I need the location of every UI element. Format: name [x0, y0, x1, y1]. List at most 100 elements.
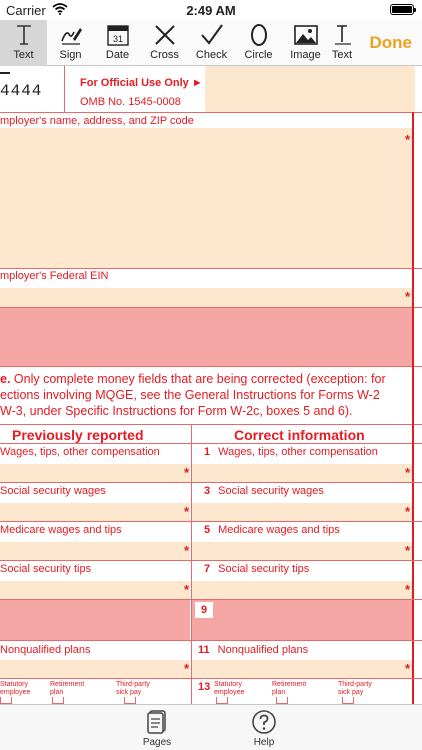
shaded-box-8 — [0, 600, 190, 640]
help-tab-label: Help — [253, 737, 275, 748]
correct-thirdparty-label: Third-party sick pay — [338, 681, 372, 696]
prev-ss-tips-label: Social security tips — [0, 563, 92, 575]
bottom-tab-bar: Pages Help — [0, 704, 422, 750]
prev-ss-wages-label: Social security wages — [0, 485, 106, 497]
circle-tool-button[interactable]: Circle — [235, 20, 282, 66]
employer-ein-label: mployer's Federal EIN — [0, 270, 109, 282]
correct-medicare-label: 5 Medicare wages and tips — [204, 524, 340, 536]
prev-medicare-label: Medicare wages and tips — [0, 524, 122, 536]
tool-label: Cross — [150, 49, 179, 61]
correct-wages-label: 1 Wages, tips, other compensation — [204, 446, 378, 458]
prev-nonqualified-label: Nonqualified plans — [0, 644, 91, 656]
date-tool-button[interactable]: 31 Date — [94, 20, 141, 66]
form-code: 4444 — [0, 82, 43, 100]
note-line: Only complete money fields that are bein… — [10, 372, 386, 386]
prev-statutory-label: Statutory employee — [0, 681, 31, 696]
status-bar: Carrier 2:49 AM — [0, 0, 422, 20]
pages-tab-label: Pages — [142, 737, 172, 748]
correct-ss-wages-field[interactable] — [192, 503, 412, 521]
tool-label: Sign — [59, 49, 82, 61]
required-marker: * — [184, 504, 190, 519]
note-line: ections involving MQGE, see the General … — [0, 388, 380, 402]
done-button[interactable]: Done — [370, 33, 413, 53]
tool-label: Image — [290, 49, 321, 61]
correct-retirement-label: Retirement plan — [272, 681, 307, 696]
cross-icon — [154, 25, 175, 45]
prev-nonqualified-field[interactable] — [0, 660, 190, 678]
prev-wages-label: Wages, tips, other compensation — [0, 446, 160, 458]
correct-wages-field[interactable] — [192, 464, 412, 482]
text-stamp-tool-button[interactable]: Text — [329, 20, 355, 66]
battery-icon — [390, 4, 416, 15]
box-top-right[interactable] — [205, 66, 415, 112]
prev-statutory-checkbox[interactable] — [0, 697, 12, 704]
clock: 2:49 AM — [186, 3, 236, 18]
check-tool-button[interactable]: Check — [188, 20, 235, 66]
calendar-day: 31 — [112, 34, 122, 44]
required-marker: * — [405, 661, 411, 676]
required-marker: * — [184, 661, 190, 676]
prev-thirdparty-checkbox[interactable] — [124, 697, 136, 704]
image-tool-button[interactable]: Image — [282, 20, 329, 66]
tool-label: Text — [331, 49, 353, 61]
required-marker: * — [184, 582, 190, 597]
note-line: W-3, under Specific Instructions for For… — [0, 404, 353, 418]
employer-name-label: mployer's name, address, and ZIP code — [0, 115, 194, 127]
w2c-form-document[interactable]: 4444 For Official Use Only ► OMB No. 154… — [0, 66, 422, 704]
signature-icon — [60, 28, 82, 45]
shaded-area — [0, 308, 413, 366]
prev-thirdparty-label: Third-party sick pay — [116, 681, 150, 696]
prev-ss-wages-field[interactable] — [0, 503, 190, 521]
instruction-note: e. Only complete money fields that are b… — [0, 371, 413, 419]
image-icon — [293, 25, 318, 45]
tool-label: Check — [195, 49, 228, 61]
text-stamp-icon — [335, 25, 351, 45]
required-marker: * — [405, 132, 411, 147]
note-lead: e. — [0, 372, 11, 386]
column-previously-reported: Previously reported — [12, 427, 144, 443]
tool-label: Date — [105, 49, 130, 61]
annotation-toolbar: Text Sign 31 Date Cross Check Circle Ima… — [0, 20, 422, 66]
required-marker: * — [184, 465, 190, 480]
prev-ss-tips-field[interactable] — [0, 581, 190, 599]
help-tab[interactable]: Help — [234, 709, 294, 748]
required-marker: * — [184, 543, 190, 558]
cross-tool-button[interactable]: Cross — [141, 20, 188, 66]
omb-number: OMB No. 1545-0008 — [80, 96, 181, 108]
correct-ss-tips-label: 7 Social security tips — [204, 563, 310, 575]
help-icon — [252, 710, 276, 734]
shaded-box-9 — [192, 600, 412, 640]
checkmark-icon — [200, 24, 223, 45]
employer-name-field[interactable] — [0, 128, 413, 268]
prev-wages-field[interactable] — [0, 464, 190, 482]
official-use-label: For Official Use Only ► — [80, 77, 203, 89]
circle-icon — [250, 24, 267, 46]
tool-label: Text — [13, 49, 34, 61]
correct-retirement-checkbox[interactable] — [276, 697, 288, 704]
sign-tool-button[interactable]: Sign — [47, 20, 94, 66]
tool-label: Circle — [244, 49, 273, 61]
text-cursor-icon — [16, 25, 31, 45]
correct-statutory-checkbox[interactable] — [216, 697, 228, 704]
prev-retirement-label: Retirement plan — [50, 681, 85, 696]
required-marker: * — [405, 582, 411, 597]
text-tool-button[interactable]: Text — [0, 20, 47, 66]
prev-retirement-checkbox[interactable] — [52, 697, 64, 704]
correct-ss-wages-label: 3 Social security wages — [204, 485, 324, 497]
correct-nonqualified-label: 11 Nonqualified plans — [198, 644, 309, 656]
correct-nonqualified-field[interactable] — [192, 660, 412, 678]
prev-medicare-field[interactable] — [0, 542, 190, 560]
employer-ein-field[interactable] — [0, 288, 413, 307]
correct-medicare-field[interactable] — [192, 542, 412, 560]
pages-tab[interactable]: Pages — [127, 709, 187, 748]
required-marker: * — [405, 465, 411, 480]
box-9-number: 9 — [195, 602, 213, 618]
correct-thirdparty-checkbox[interactable] — [342, 697, 354, 704]
required-marker: * — [405, 543, 411, 558]
column-correct-information: Correct information — [234, 427, 365, 443]
correct-ss-tips-field[interactable] — [192, 581, 412, 599]
correct-statutory-label: Statutory employee — [214, 681, 245, 696]
required-marker: * — [405, 504, 411, 519]
box-13-number: 13 — [198, 681, 211, 693]
pages-icon — [147, 710, 166, 734]
